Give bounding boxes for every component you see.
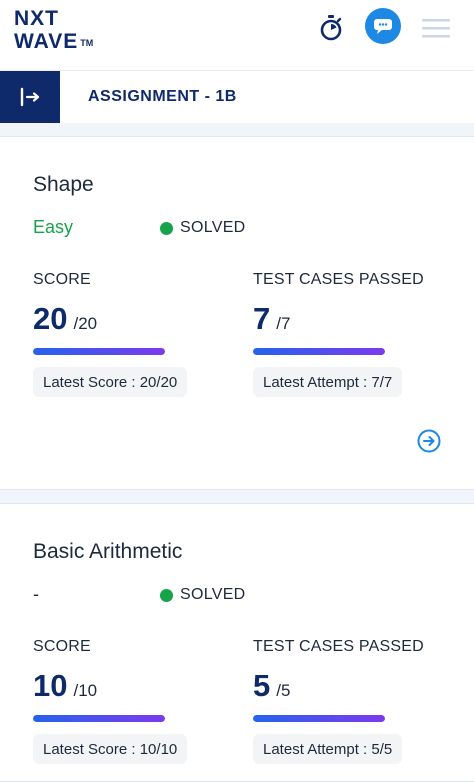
solved-dot-icon [160,588,173,602]
tests-label: TEST CASES PASSED [253,271,424,288]
question-title: Basic Arithmetic [33,540,183,563]
difficulty-label: - [33,584,39,604]
question-card[interactable]: Basic Arithmetic - SOLVED SCORE 10 /10 L… [0,503,474,782]
score-value: 20 /20 [33,301,97,337]
score-label: SCORE [33,271,91,288]
tests-progress-fill [253,348,385,355]
question-card[interactable]: Shape Easy SOLVED SCORE 20 /20 Latest Sc… [0,136,474,490]
nxtwave-logo[interactable]: NXT WAVE TM [14,8,93,52]
logo-line-1: NXT [14,7,59,30]
status-badge: SOLVED [160,219,246,237]
tests-number: 5 [253,668,271,703]
score-progress-bar [33,715,165,722]
score-number: 10 [33,668,68,703]
score-total: /20 [73,314,98,333]
solved-dot-icon [160,221,173,235]
top-bar: NXT WAVE TM [0,0,474,70]
score-progress-fill [33,348,165,355]
question-title: Shape [33,173,94,196]
chat-icon[interactable] [365,8,401,44]
score-number: 20 [33,301,68,336]
timer-icon[interactable] [319,14,343,42]
menu-icon[interactable] [420,16,452,40]
score-value: 10 /10 [33,668,97,704]
tests-progress-bar [253,348,385,355]
tests-total: /5 [276,681,291,700]
score-label: SCORE [33,638,91,655]
tests-progress-bar [253,715,385,722]
latest-score-pill: Latest Score : 20/20 [33,367,188,397]
tests-progress-fill [253,715,385,722]
score-progress-fill [33,715,165,722]
tests-number: 7 [253,301,271,336]
collapse-icon[interactable] [0,71,60,123]
status-badge: SOLVED [160,586,246,604]
logo-line-2: WAVE [14,30,79,53]
tests-value: 5 /5 [253,668,290,704]
difficulty-label: Easy [33,217,74,237]
tests-total: /7 [276,314,291,333]
tests-label: TEST CASES PASSED [253,638,424,655]
assignment-title: ASSIGNMENT - 1B [88,88,237,105]
score-progress-bar [33,348,165,355]
arrow-right-circle-icon[interactable] [417,429,441,453]
status-text: SOLVED [180,219,246,236]
status-text: SOLVED [180,586,246,603]
assignment-header: ASSIGNMENT - 1B [0,71,474,123]
latest-score-pill: Latest Score : 10/10 [33,734,188,764]
latest-attempt-pill: Latest Attempt : 5/5 [253,734,403,764]
tests-value: 7 /7 [253,301,290,337]
score-total: /10 [73,681,98,700]
logo-tm: TM [80,38,94,48]
latest-attempt-pill: Latest Attempt : 7/7 [253,367,403,397]
